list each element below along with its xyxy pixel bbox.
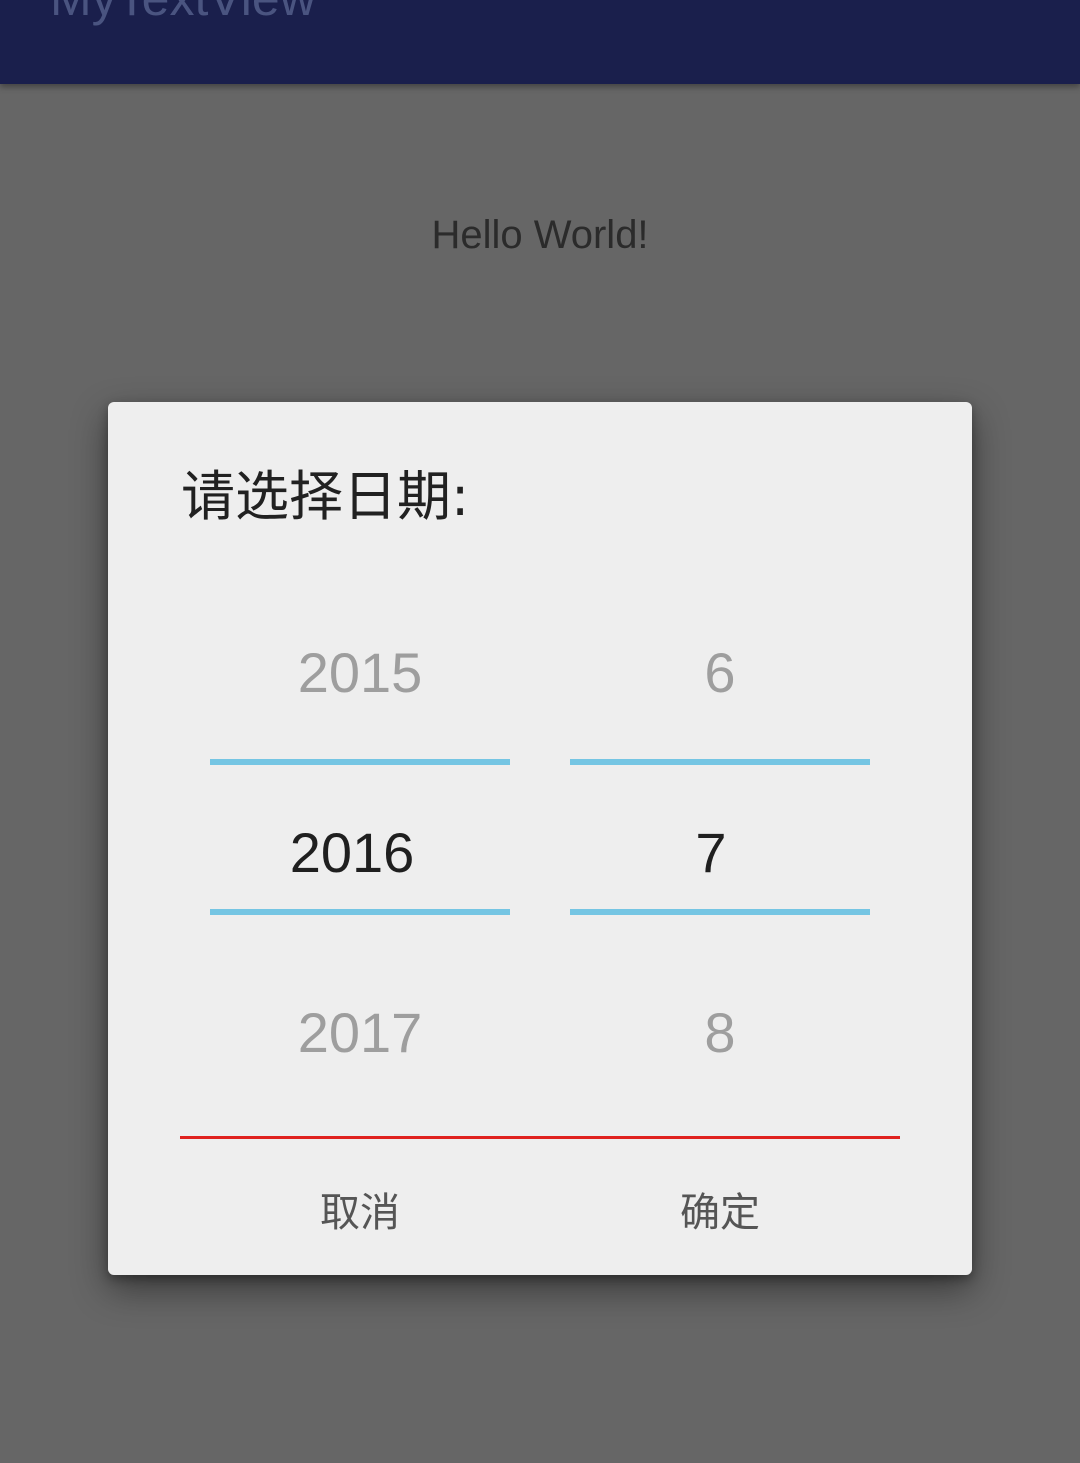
- confirm-button[interactable]: 确定: [540, 1172, 900, 1246]
- hello-text: Hello World!: [431, 213, 649, 257]
- year-prev-option[interactable]: 2015: [210, 582, 510, 762]
- month-prev-option[interactable]: 6: [570, 582, 870, 762]
- button-separator: [180, 1136, 900, 1139]
- date-picker-dialog: 请选择日期: 2015 2016 2017 6 7 8 取消 确定: [108, 402, 972, 1275]
- year-next-option[interactable]: 2017: [210, 942, 510, 1122]
- app-title: MyTextView: [50, 0, 316, 28]
- app-bar: MyTextView: [0, 0, 1080, 84]
- month-picker[interactable]: 6 7 8: [570, 582, 870, 1122]
- year-picker[interactable]: 2015 2016 2017: [210, 582, 510, 1122]
- year-selected-option[interactable]: 2016: [210, 762, 510, 942]
- year-picker-bottom-divider: [210, 909, 510, 915]
- cancel-button[interactable]: 取消: [180, 1172, 540, 1246]
- month-picker-bottom-divider: [570, 909, 870, 915]
- dialog-title: 请选择日期:: [181, 465, 470, 528]
- month-selected-option[interactable]: 7: [570, 762, 870, 942]
- month-next-option[interactable]: 8: [570, 942, 870, 1122]
